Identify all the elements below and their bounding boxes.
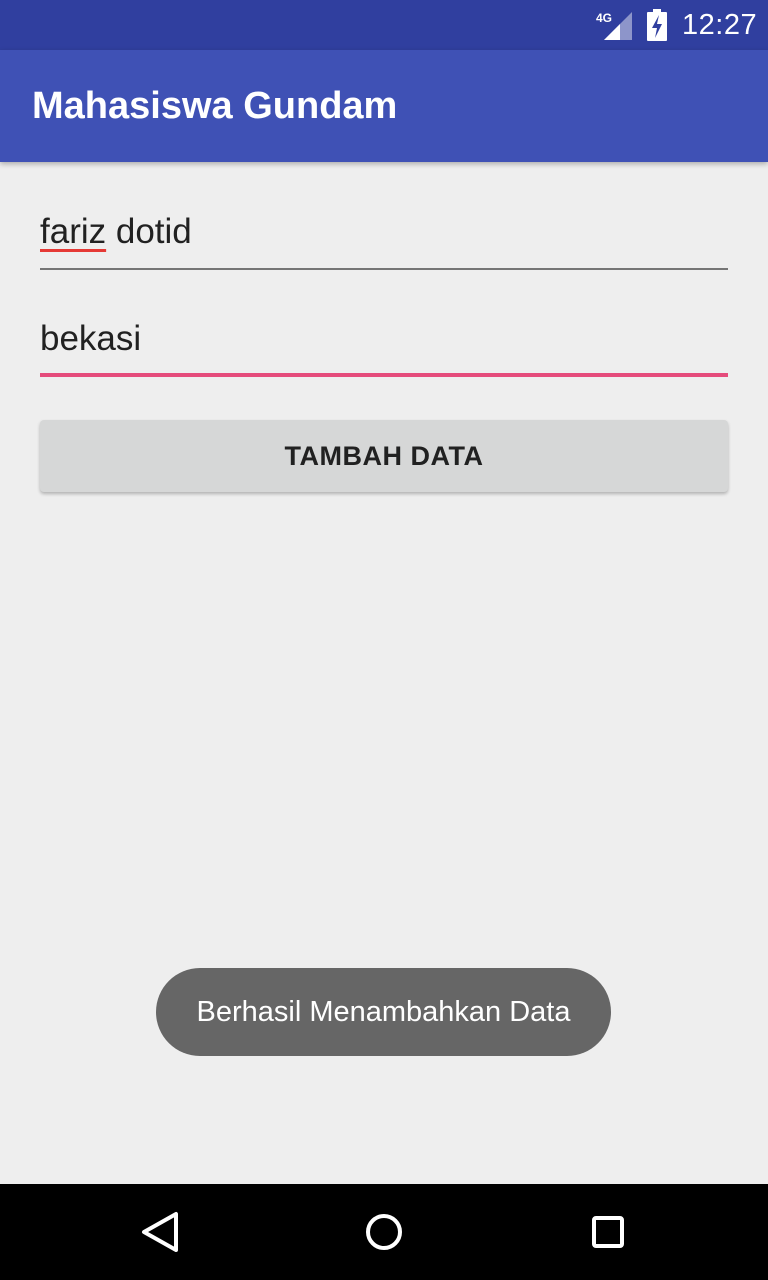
name-field-underline — [40, 268, 728, 270]
name-field-value-rest: dotid — [106, 212, 192, 251]
misspelled-word: fariz — [40, 212, 107, 251]
home-icon[interactable] — [360, 1208, 408, 1256]
signal-4g-icon: 4G — [596, 11, 632, 40]
address-field-underline — [40, 373, 728, 377]
status-time: 12:27 — [682, 9, 758, 41]
app-bar: Mahasiswa Gundam — [0, 50, 768, 162]
recents-icon[interactable] — [584, 1208, 632, 1256]
navigation-bar — [0, 1184, 768, 1280]
toast-message: Berhasil Menambahkan Data — [156, 968, 611, 1056]
status-bar: 4G 12:27 — [0, 0, 768, 50]
back-icon[interactable] — [136, 1208, 184, 1256]
page-title: Mahasiswa Gundam — [32, 85, 398, 127]
battery-charging-icon — [647, 9, 667, 41]
add-data-button[interactable]: TAMBAH DATA — [40, 420, 728, 492]
name-field-value[interactable]: fariz dotid — [40, 210, 192, 254]
address-field-value[interactable]: bekasi — [40, 317, 141, 361]
network-type-label: 4G — [596, 11, 612, 25]
name-field[interactable]: fariz dotid — [40, 210, 728, 270]
address-field[interactable]: bekasi — [40, 317, 728, 377]
